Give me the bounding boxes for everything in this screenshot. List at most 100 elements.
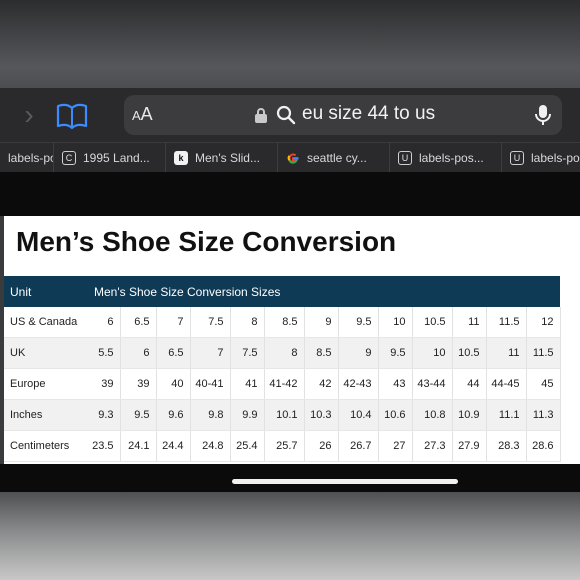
size-cell: 39 <box>120 368 157 400</box>
size-cell: 6.5 <box>120 307 157 338</box>
size-cell: 27.9 <box>452 430 487 462</box>
tab-label: labels-po <box>8 151 54 165</box>
size-cell: 10.1 <box>264 399 305 431</box>
bookmarks-book-icon[interactable] <box>56 103 88 129</box>
size-cell: 7 <box>156 307 191 338</box>
tab-labels-1[interactable]: labels-po <box>0 143 54 173</box>
phone-bottom-background <box>0 492 580 580</box>
table-row: UK 5.5 6 6.5 7 7.5 8 8.5 9 9.5 10 10.5 11 11.5 <box>4 337 561 369</box>
size-conversion-table: Unit Men's Shoe Size Conversion Sizes US… <box>4 276 561 462</box>
size-cell: 10.5 <box>452 337 487 369</box>
site-u-icon: U <box>510 151 524 165</box>
row-label: US & Canada <box>4 307 88 338</box>
size-cell: 7.5 <box>230 337 265 369</box>
site-c-icon: C <box>62 151 76 165</box>
row-label: UK <box>4 337 88 369</box>
size-cell: 9.3 <box>88 399 121 431</box>
size-cell: 41 <box>230 368 265 400</box>
tab-seattle[interactable]: seattle cy... <box>278 143 390 173</box>
tab-label: labels-pos... <box>419 151 484 165</box>
row-label: Inches <box>4 399 88 431</box>
size-cell: 25.4 <box>230 430 265 462</box>
tab-labels-2[interactable]: U labels-pos... <box>390 143 502 173</box>
size-cell: 8 <box>230 307 265 338</box>
site-k-icon: k <box>174 151 188 165</box>
size-cell: 26.7 <box>338 430 379 462</box>
microphone-icon[interactable] <box>534 104 552 126</box>
size-cell: 10.5 <box>412 307 453 338</box>
tab-bar: labels-po C 1995 Land... k Men's Slid...… <box>0 142 580 173</box>
size-cell: 28.3 <box>486 430 527 462</box>
tab-label: 1995 Land... <box>83 151 150 165</box>
size-cell: 24.1 <box>120 430 157 462</box>
size-cell: 43-44 <box>412 368 453 400</box>
text-size-button[interactable]: AA <box>132 104 153 125</box>
size-cell: 9.5 <box>378 337 413 369</box>
size-cell: 41-42 <box>264 368 305 400</box>
size-cell: 10.8 <box>412 399 453 431</box>
lock-icon <box>255 108 267 123</box>
size-cell: 10 <box>412 337 453 369</box>
text-size-small-a: A <box>132 108 141 123</box>
tab-labels-3[interactable]: U labels-po <box>502 143 580 173</box>
text-size-large-a: A <box>140 104 153 124</box>
home-indicator[interactable] <box>232 479 458 484</box>
row-label: Europe <box>4 368 88 400</box>
size-cell: 39 <box>88 368 121 400</box>
size-cell: 6 <box>120 337 157 369</box>
size-cell: 10 <box>378 307 413 338</box>
phone-top-background <box>0 0 580 95</box>
tab-mens-slides[interactable]: k Men's Slid... <box>166 143 278 173</box>
size-cell: 11 <box>486 337 527 369</box>
size-cell: 11.5 <box>486 307 527 338</box>
size-cell: 28.6 <box>526 430 561 462</box>
size-cell: 6.5 <box>156 337 191 369</box>
size-cell: 11.5 <box>526 337 561 369</box>
size-cell: 23.5 <box>88 430 121 462</box>
size-cell: 9.6 <box>156 399 191 431</box>
size-cell: 10.3 <box>304 399 339 431</box>
size-cell: 25.7 <box>264 430 305 462</box>
size-cell: 12 <box>526 307 561 338</box>
table-row: Centimeters 23.5 24.1 24.4 24.8 25.4 25.7 26 26.… <box>4 430 561 462</box>
tab-label: labels-po <box>531 151 580 165</box>
size-cell: 11.1 <box>486 399 527 431</box>
search-icon <box>276 105 296 125</box>
size-cell: 45 <box>526 368 561 400</box>
size-cell: 5.5 <box>88 337 121 369</box>
table-row: Inches 9.3 9.5 9.6 9.8 9.9 10.1 10.3 10.4 10.6 10.… <box>4 399 561 431</box>
size-cell: 44 <box>452 368 487 400</box>
size-cell: 26 <box>304 430 339 462</box>
back-chevron-icon[interactable]: › <box>16 100 42 130</box>
size-cell: 8 <box>264 337 305 369</box>
tab-label: Men's Slid... <box>195 151 260 165</box>
size-cell: 24.8 <box>190 430 231 462</box>
size-cell: 10.9 <box>452 399 487 431</box>
size-cell: 6 <box>88 307 121 338</box>
size-cell: 43 <box>378 368 413 400</box>
size-cell: 9.5 <box>338 307 379 338</box>
tab-1995-land[interactable]: C 1995 Land... <box>54 143 166 173</box>
size-cell: 27 <box>378 430 413 462</box>
table-row: Europe 39 39 40 40-41 41 41-42 42 42-43 43 43-44 44… <box>4 368 561 400</box>
size-cell: 7 <box>190 337 231 369</box>
url-search-text[interactable]: eu size 44 to us <box>302 103 435 125</box>
size-cell: 9.8 <box>190 399 231 431</box>
header-unit: Unit <box>4 276 88 307</box>
size-cell: 9.9 <box>230 399 265 431</box>
size-cell: 8.5 <box>304 337 339 369</box>
size-cell: 44-45 <box>486 368 527 400</box>
web-content: Men’s Shoe Size Conversion Unit Men's Sh… <box>4 216 580 464</box>
size-cell: 10.6 <box>378 399 413 431</box>
address-bar[interactable]: AA eu size 44 to us <box>124 95 562 135</box>
screen-bezel-bottom <box>0 464 580 492</box>
size-cell: 11 <box>452 307 487 338</box>
size-cell: 8.5 <box>264 307 305 338</box>
size-cell: 40-41 <box>190 368 231 400</box>
tab-label: seattle cy... <box>307 151 367 165</box>
site-u-icon: U <box>398 151 412 165</box>
screen-bezel-top <box>0 172 580 216</box>
table-header-row: Unit Men's Shoe Size Conversion Sizes <box>4 276 560 307</box>
size-cell: 9 <box>304 307 339 338</box>
size-cell: 27.3 <box>412 430 453 462</box>
